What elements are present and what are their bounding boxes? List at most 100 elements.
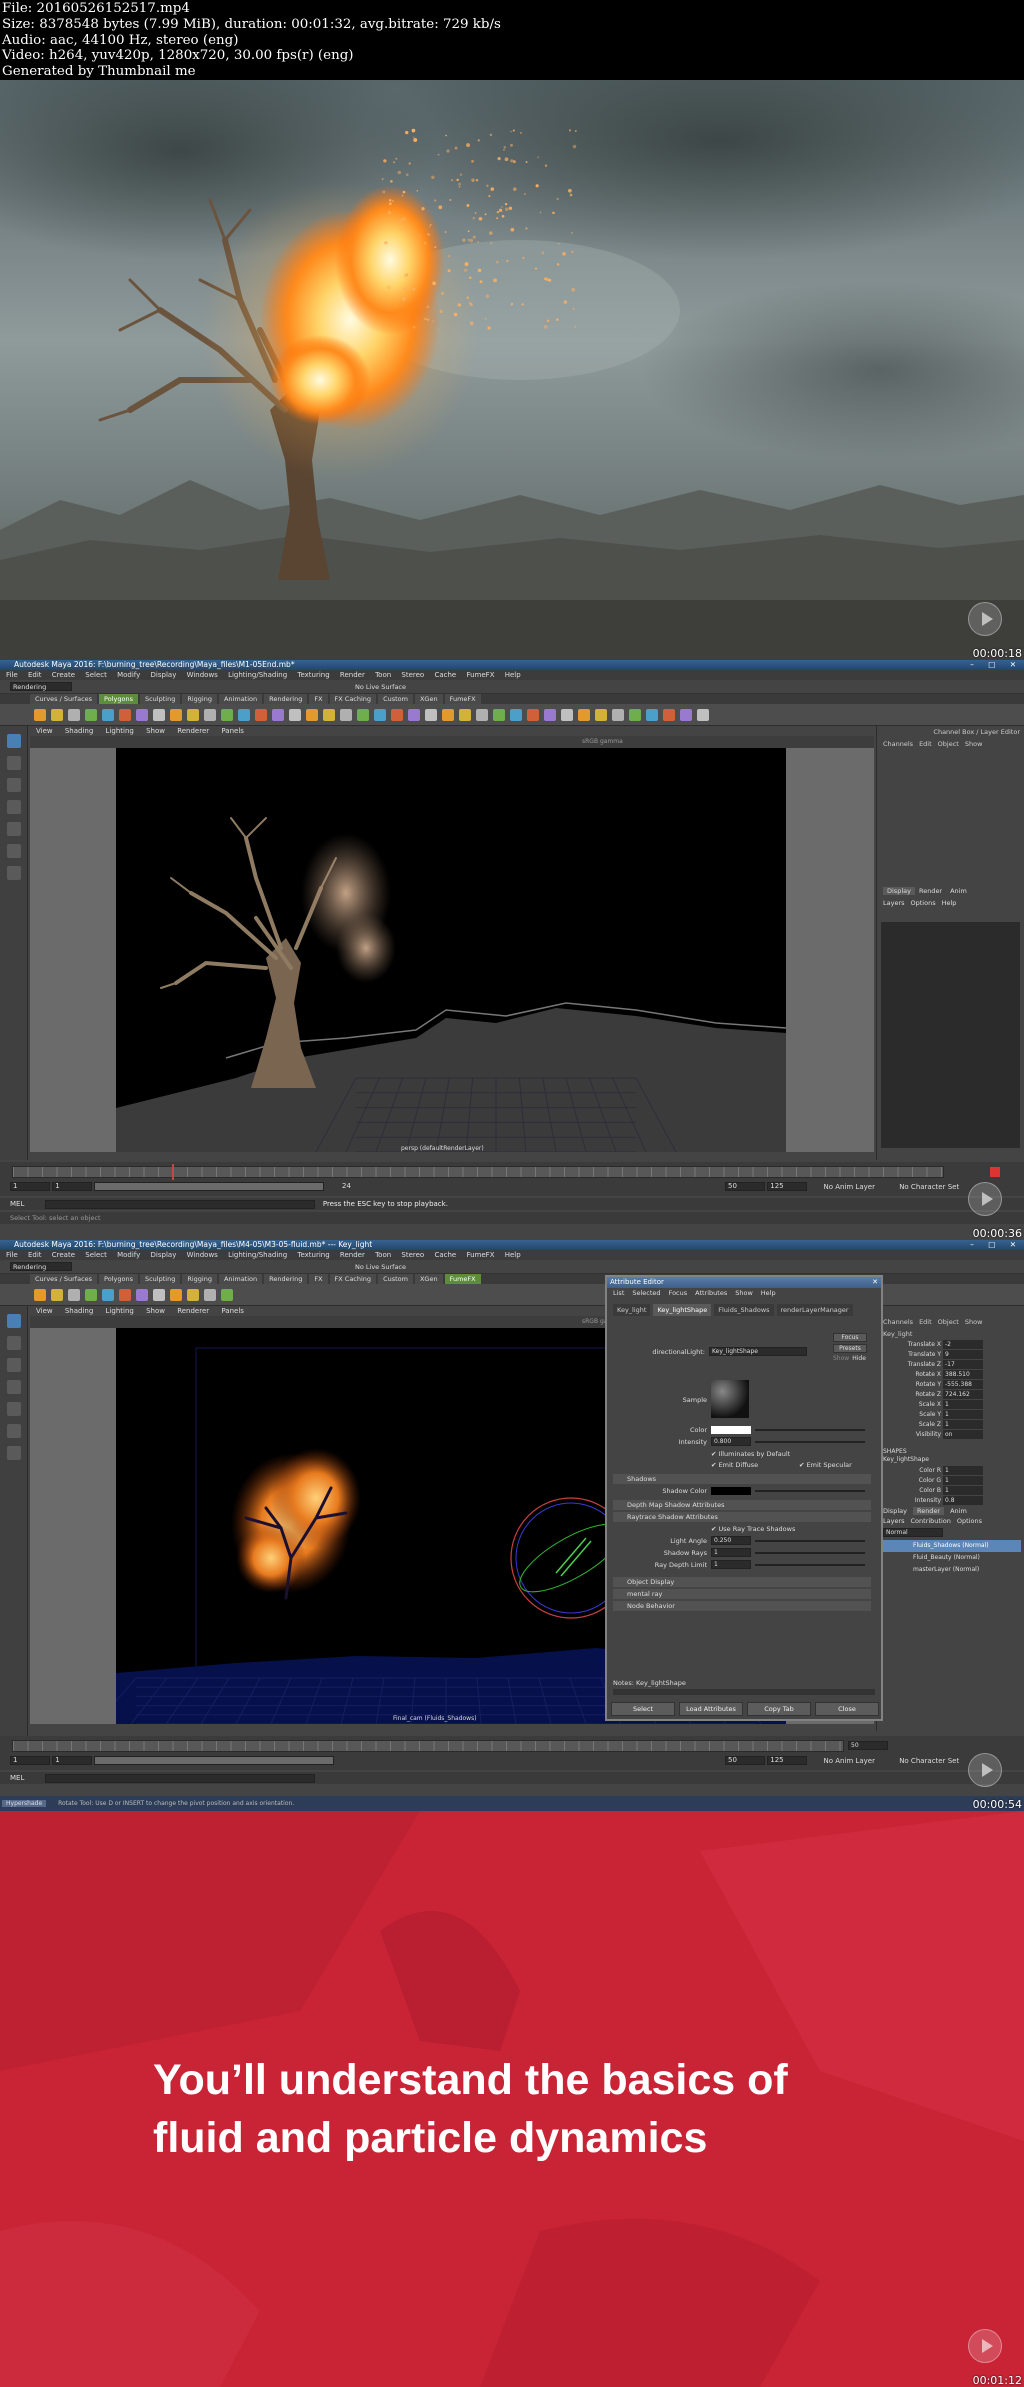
shelf-tab-fx-caching[interactable]: FX Caching <box>329 694 377 704</box>
channel-row[interactable]: Scale Y1 <box>877 1410 1024 1420</box>
toolbox-tool-icon[interactable] <box>7 1402 21 1416</box>
time-slider-track[interactable] <box>12 1166 944 1178</box>
channel-value[interactable]: 388.510 <box>943 1370 983 1379</box>
shelf-tab-animation[interactable]: Animation <box>218 1274 263 1284</box>
layer-tab-display[interactable]: Display <box>883 887 915 895</box>
shape-channel-row[interactable]: Color R1 <box>877 1466 1024 1476</box>
shelf-tool-icon[interactable] <box>255 709 267 721</box>
notes-field[interactable] <box>613 1689 875 1695</box>
checkbox-checked-icon[interactable]: ✔ <box>711 1450 716 1458</box>
vp-menu-panels[interactable]: Panels <box>221 1307 244 1315</box>
channel-row[interactable]: Rotate Y -555.388 <box>877 1380 1024 1390</box>
menu-file[interactable]: File <box>6 1251 18 1259</box>
ae-tab-render-layer-manager[interactable]: renderLayerManager <box>776 1304 853 1316</box>
shelf-tool-icon[interactable] <box>187 1289 199 1301</box>
shelf-tool-icon[interactable] <box>476 709 488 721</box>
start-time-field[interactable]: 1 <box>10 1756 50 1765</box>
shelf-tool-icon[interactable] <box>119 1289 131 1301</box>
ae-menu-focus[interactable]: Focus <box>669 1289 688 1297</box>
shelf-tool-icon[interactable] <box>238 709 250 721</box>
shelf-tool-icon[interactable] <box>374 709 386 721</box>
channel-row[interactable]: Rotate Z 724.162 <box>877 1390 1024 1400</box>
shelf-tab-custom[interactable]: Custom <box>378 1274 413 1284</box>
menu-windows[interactable]: Windows <box>187 671 218 679</box>
channel-row[interactable]: Scale Z1 <box>877 1420 1024 1430</box>
play-button-overlay[interactable] <box>968 1753 1002 1787</box>
shadow-rays-slider[interactable] <box>755 1552 865 1554</box>
anim-layer-label[interactable]: No Anim Layer <box>823 1757 874 1765</box>
channel-tab-show[interactable]: Show <box>965 1318 983 1326</box>
menu-modify[interactable]: Modify <box>117 1251 140 1259</box>
shelf-tab-rendering[interactable]: Rendering <box>264 1274 308 1284</box>
channel-value[interactable]: 1 <box>943 1420 983 1429</box>
channel-value[interactable]: on <box>943 1430 983 1439</box>
shelf-tool-icon[interactable] <box>153 709 165 721</box>
shelf-tool-icon[interactable] <box>102 709 114 721</box>
ae-menu-list[interactable]: List <box>613 1289 624 1297</box>
raytrace-section[interactable]: Raytrace Shadow Attributes <box>613 1512 871 1522</box>
channel-row[interactable]: Translate Y9 <box>877 1350 1024 1360</box>
menu-stereo[interactable]: Stereo <box>401 671 424 679</box>
vp-menu-renderer[interactable]: Renderer <box>177 1307 209 1315</box>
close-button[interactable]: Close <box>815 1702 879 1716</box>
color-swatch[interactable] <box>711 1426 751 1434</box>
copy-tab-button[interactable]: Copy Tab <box>747 1702 811 1716</box>
shape-channel-row[interactable]: Color B1 <box>877 1486 1024 1496</box>
end-range-field[interactable]: 50 <box>725 1756 765 1765</box>
toolbox-tool-icon[interactable] <box>7 1446 21 1460</box>
layer-tab-anim[interactable]: Anim <box>950 1507 967 1515</box>
layer-menu-help[interactable]: Help <box>942 899 957 907</box>
shelf-tool-icon[interactable] <box>85 709 97 721</box>
ae-menu-attributes[interactable]: Attributes <box>695 1289 727 1297</box>
shelf-tool-icon[interactable] <box>595 709 607 721</box>
channel-row[interactable]: Translate X -2 <box>877 1340 1024 1350</box>
toolbox-tool-icon[interactable] <box>7 1424 21 1438</box>
render-layer-item[interactable]: Fluids_Shadows (Normal) <box>881 1540 1021 1552</box>
layer-tab-render[interactable]: Render <box>912 1507 945 1515</box>
shadow-color-swatch[interactable] <box>711 1487 751 1495</box>
intensity-slider[interactable] <box>755 1441 865 1443</box>
shelf-tool-icon[interactable] <box>102 1289 114 1301</box>
node-name-field[interactable]: Key_lightShape <box>709 1347 807 1356</box>
toolbox-tool-icon[interactable] <box>7 778 21 792</box>
character-set-label[interactable]: No Character Set <box>899 1757 959 1765</box>
shelf-tool-icon[interactable] <box>306 709 318 721</box>
vp-menu-shading[interactable]: Shading <box>65 1307 93 1315</box>
shelf-tool-icon[interactable] <box>289 709 301 721</box>
viewport-panel[interactable]: persp (defaultRenderLayer) <box>30 748 874 1153</box>
focus-button[interactable]: Focus <box>833 1333 867 1342</box>
shelf-tab-fumefx[interactable]: FumeFX <box>444 1274 481 1284</box>
channel-value[interactable]: 1 <box>943 1400 983 1409</box>
channel-row[interactable]: Visibility on <box>877 1430 1024 1440</box>
playback-controls[interactable] <box>948 1166 1018 1178</box>
menu-fumefx[interactable]: FumeFX <box>466 1251 494 1259</box>
shelf-tab-curves[interactable]: Curves / Surfaces <box>30 694 98 704</box>
emit-specular-toggle[interactable]: ✔ Emit Specular <box>799 1460 852 1470</box>
shelf-tool-icon[interactable] <box>544 709 556 721</box>
end-time-field[interactable]: 125 <box>767 1182 808 1191</box>
shelf-tool-icon[interactable] <box>153 1289 165 1301</box>
shelf-tool-icon[interactable] <box>578 709 590 721</box>
channel-value[interactable]: 1 <box>943 1486 983 1495</box>
vp-menu-lighting[interactable]: Lighting <box>106 727 134 735</box>
show-button[interactable]: Show <box>833 1355 849 1362</box>
menu-create[interactable]: Create <box>52 671 75 679</box>
shelf-tool-icon[interactable] <box>357 709 369 721</box>
menu-display[interactable]: Display <box>151 671 177 679</box>
shelf-tool-icon[interactable] <box>680 709 692 721</box>
shelf-tab-curves[interactable]: Curves / Surfaces <box>30 1274 98 1284</box>
vp-menu-show[interactable]: Show <box>146 727 165 735</box>
menu-file[interactable]: File <box>6 671 18 679</box>
select-button[interactable]: Select <box>611 1702 675 1716</box>
hide-button[interactable]: Hide <box>852 1355 866 1362</box>
channel-value[interactable]: 724.162 <box>943 1390 983 1399</box>
render-layer-item[interactable]: Fluid_Beauty (Normal) <box>881 1552 1021 1564</box>
shelf-tool-icon[interactable] <box>34 709 46 721</box>
shelf-tool-icon[interactable] <box>136 1289 148 1301</box>
shelf-tab-sculpting[interactable]: Sculpting <box>139 694 181 704</box>
ae-menu-show[interactable]: Show <box>735 1289 753 1297</box>
menu-texturing[interactable]: Texturing <box>297 1251 329 1259</box>
shelf-tool-icon[interactable] <box>697 709 709 721</box>
layer-menu-layers[interactable]: Layers <box>883 899 905 907</box>
menu-render[interactable]: Render <box>340 671 365 679</box>
